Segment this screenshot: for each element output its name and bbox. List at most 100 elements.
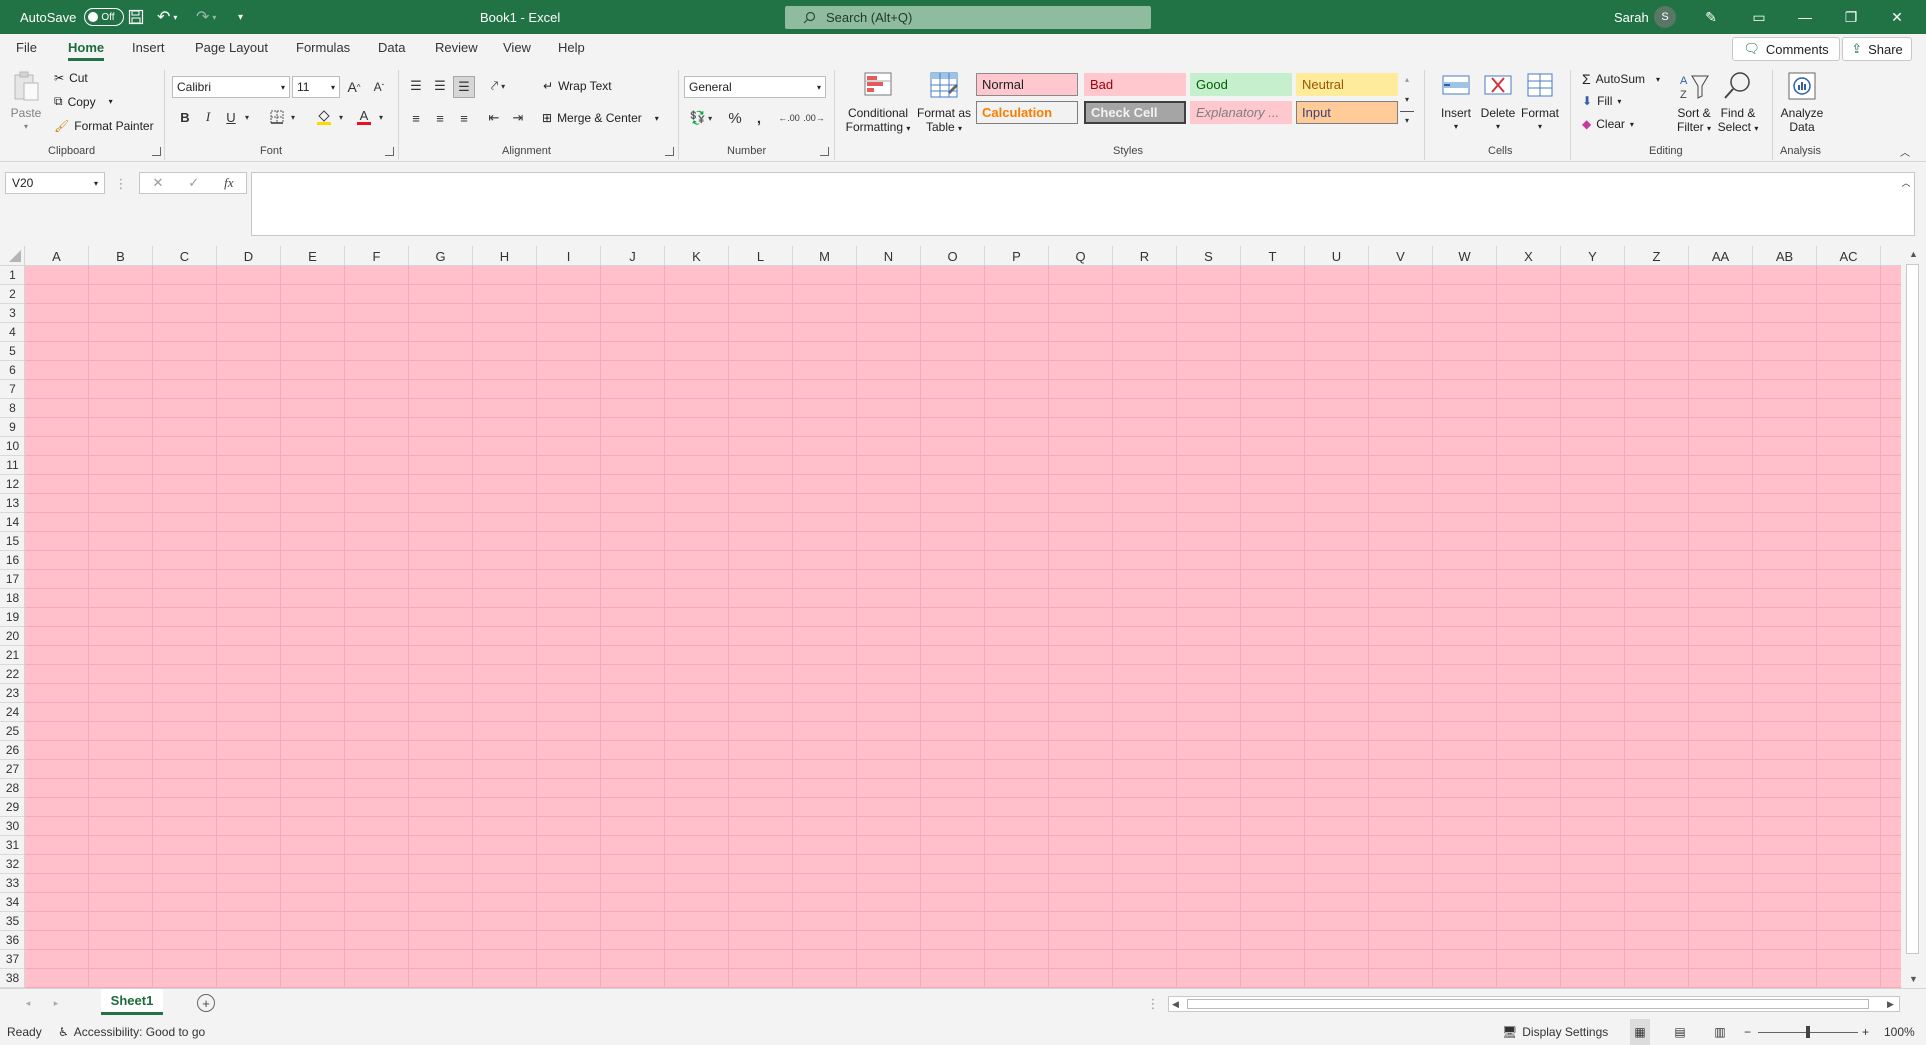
conditional-formatting-button[interactable]: Conditional Formatting ▾ (842, 70, 914, 136)
expand-formula-bar-icon[interactable]: ︿ (1900, 176, 1912, 188)
horizontal-scrollbar[interactable]: ◀ ▶ (1168, 996, 1900, 1012)
row-header-8[interactable]: 8 (0, 399, 24, 418)
row-header-29[interactable]: 29 (0, 798, 24, 817)
page-break-view-icon[interactable]: ▥ (1710, 1019, 1730, 1045)
row-header-25[interactable]: 25 (0, 722, 24, 741)
row-header-13[interactable]: 13 (0, 494, 24, 513)
column-header-w[interactable]: W (1433, 246, 1497, 265)
column-header-e[interactable]: E (281, 246, 345, 265)
fill-color-dropdown-icon[interactable]: ▾ (336, 107, 346, 127)
gallery-up-icon[interactable]: ▴ (1400, 71, 1414, 87)
orientation-icon[interactable]: ⤤ ▾ (486, 76, 510, 96)
font-name-select[interactable]: Calibri ▾ (172, 76, 290, 98)
underline-icon[interactable]: U (222, 107, 240, 127)
column-header-a[interactable]: A (25, 246, 89, 265)
merge-center-button[interactable]: ⊞ Merge & Center ▾ (542, 111, 659, 125)
borders-icon[interactable] (268, 107, 286, 127)
column-header-y[interactable]: Y (1561, 246, 1625, 265)
customize-qat-icon[interactable]: ▾ (238, 0, 243, 34)
middle-align-icon[interactable]: ☰ (430, 76, 450, 96)
row-header-30[interactable]: 30 (0, 817, 24, 836)
display-settings-button[interactable]: 🖥 Display Settings (1502, 1019, 1608, 1045)
copy-button[interactable]: ⧉ Copy ▾ (54, 94, 113, 109)
increase-font-icon[interactable]: A ^ (345, 77, 363, 97)
align-left-icon[interactable]: ≡ (406, 108, 426, 128)
row-header-16[interactable]: 16 (0, 551, 24, 570)
row-header-27[interactable]: 27 (0, 760, 24, 779)
redo-icon[interactable]: ↷ ▾ (196, 0, 216, 34)
style-neutral[interactable]: Neutral (1296, 73, 1398, 96)
font-color-dropdown-icon[interactable]: ▾ (376, 107, 386, 127)
row-header-31[interactable]: 31 (0, 836, 24, 855)
row-header-12[interactable]: 12 (0, 475, 24, 494)
row-header-26[interactable]: 26 (0, 741, 24, 760)
column-header-s[interactable]: S (1177, 246, 1241, 265)
tab-data[interactable]: Data (378, 40, 405, 55)
column-header-h[interactable]: H (473, 246, 537, 265)
row-header-35[interactable]: 35 (0, 912, 24, 931)
minimize-icon[interactable]: — (1782, 0, 1828, 34)
formula-input[interactable] (251, 172, 1915, 236)
gallery-more-icon[interactable]: ▾ (1400, 111, 1414, 129)
decrease-indent-icon[interactable]: ⇤ (484, 108, 504, 128)
format-painter-button[interactable]: 🖌 Format Painter (54, 119, 154, 133)
row-header-28[interactable]: 28 (0, 779, 24, 798)
row-header-2[interactable]: 2 (0, 285, 24, 304)
clear-button[interactable]: ◆ Clear ▾ (1582, 117, 1634, 131)
alignment-launcher-icon[interactable] (665, 147, 674, 156)
tab-view[interactable]: View (503, 40, 531, 55)
column-header-aa[interactable]: AA (1689, 246, 1753, 265)
column-header-ab[interactable]: AB (1753, 246, 1817, 265)
align-right-icon[interactable]: ≡ (454, 108, 474, 128)
row-header-32[interactable]: 32 (0, 855, 24, 874)
column-header-c[interactable]: C (153, 246, 217, 265)
column-header-z[interactable]: Z (1625, 246, 1689, 265)
fill-color-icon[interactable] (314, 106, 334, 128)
vertical-scrollbar[interactable]: ▲ ▼ (1901, 246, 1926, 988)
cut-button[interactable]: ✂ Cut (54, 71, 88, 85)
user-name[interactable]: Sarah (1614, 0, 1649, 34)
tab-insert[interactable]: Insert (132, 40, 165, 55)
style-good[interactable]: Good (1190, 73, 1292, 96)
number-format-select[interactable]: General ▾ (684, 76, 826, 98)
row-header-33[interactable]: 33 (0, 874, 24, 893)
tab-home[interactable]: Home (68, 40, 105, 61)
clipboard-launcher-icon[interactable] (152, 147, 161, 156)
row-header-20[interactable]: 20 (0, 627, 24, 646)
style-calculation[interactable]: Calculation (976, 101, 1078, 124)
zoom-slider-thumb[interactable] (1806, 1025, 1810, 1038)
column-header-f[interactable]: F (345, 246, 409, 265)
sort-filter-button[interactable]: AZ Sort & Filter ▾ (1672, 70, 1716, 136)
top-align-icon[interactable]: ☰ (406, 76, 426, 96)
scroll-down-icon[interactable]: ▼ (1909, 974, 1918, 984)
format-cells-button[interactable]: Format ▾ (1518, 70, 1562, 134)
row-header-36[interactable]: 36 (0, 931, 24, 950)
row-header-3[interactable]: 3 (0, 304, 24, 323)
style-explanatory[interactable]: Explanatory ... (1190, 101, 1292, 124)
column-header-i[interactable]: I (537, 246, 601, 265)
tab-split-icon[interactable]: ⋮ (1147, 996, 1160, 1012)
column-header-v[interactable]: V (1369, 246, 1433, 265)
column-header-u[interactable]: U (1305, 246, 1369, 265)
row-header-21[interactable]: 21 (0, 646, 24, 665)
column-header-x[interactable]: X (1497, 246, 1561, 265)
row-header-37[interactable]: 37 (0, 950, 24, 969)
share-button[interactable]: ⇪ Share (1842, 37, 1912, 61)
italic-icon[interactable]: I (199, 107, 217, 127)
bold-icon[interactable]: B (176, 107, 194, 127)
font-launcher-icon[interactable] (385, 147, 394, 156)
restore-icon[interactable]: ❐ (1828, 0, 1874, 34)
sheet-tab-sheet1[interactable]: Sheet1 (101, 989, 163, 1015)
column-header-l[interactable]: L (729, 246, 793, 265)
zoom-slider[interactable] (1758, 1019, 1858, 1045)
row-header-34[interactable]: 34 (0, 893, 24, 912)
bottom-align-icon[interactable]: ☰ (453, 76, 475, 98)
find-select-button[interactable]: Find & Select ▾ (1716, 70, 1760, 136)
tab-review[interactable]: Review (435, 40, 478, 55)
autosum-button[interactable]: Σ AutoSum ▾ (1582, 71, 1660, 87)
page-layout-view-icon[interactable]: ▤ (1670, 1019, 1690, 1045)
name-box[interactable]: V20 ▾ (5, 172, 105, 194)
horizontal-scroll-thumb[interactable] (1187, 999, 1869, 1009)
row-header-7[interactable]: 7 (0, 380, 24, 399)
row-header-5[interactable]: 5 (0, 342, 24, 361)
